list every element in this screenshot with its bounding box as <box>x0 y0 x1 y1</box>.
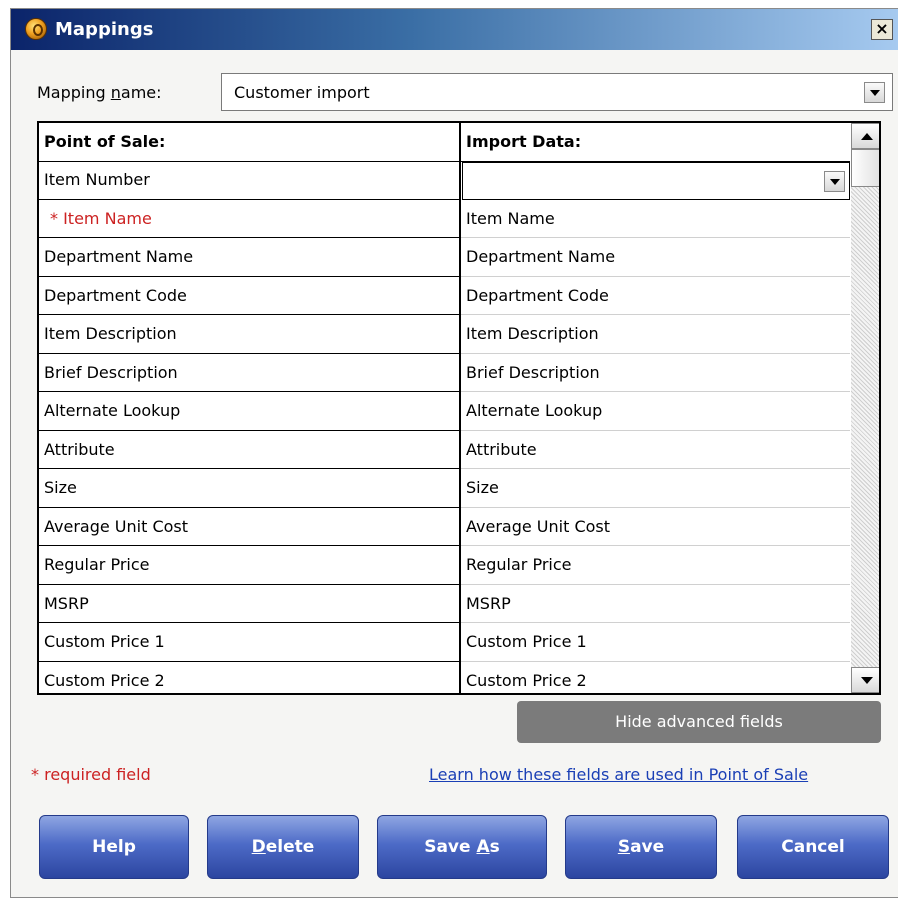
import-field-cell[interactable]: Department Code <box>461 277 850 315</box>
pos-field-cell: Attribute <box>39 430 461 469</box>
mapping-row[interactable]: Custom Price 2 Custom Price 2 <box>39 661 850 694</box>
pos-field-cell: Brief Description <box>39 353 461 392</box>
chevron-down-icon[interactable] <box>824 171 845 192</box>
import-field-cell[interactable]: Alternate Lookup <box>461 392 850 431</box>
scroll-up-arrow-icon[interactable] <box>851 123 879 149</box>
mappings-dialog: Mappings × Mapping name: Customer import… <box>10 8 898 898</box>
pos-field-cell: * Item Name <box>39 199 461 238</box>
mapping-name-label: Mapping name: <box>37 83 162 102</box>
save-as-button[interactable]: Save As <box>377 815 547 879</box>
import-field-cell[interactable]: Item Description <box>461 315 850 354</box>
pos-field-cell: Department Code <box>39 276 461 315</box>
import-field-cell[interactable]: Attribute <box>461 431 850 469</box>
mapping-row[interactable]: Department Code Department Code <box>39 276 850 315</box>
mapping-row[interactable]: Size Size <box>39 469 850 508</box>
grid-header-row: Point of Sale: Import Data: <box>39 123 850 162</box>
pos-field-cell: Custom Price 1 <box>39 623 461 662</box>
mapping-row[interactable]: Alternate Lookup Alternate Lookup <box>39 392 850 431</box>
pos-field-cell: Item Number <box>39 161 461 200</box>
import-field-cell[interactable]: Custom Price 2 <box>461 662 850 694</box>
vertical-scrollbar[interactable] <box>851 123 879 693</box>
app-icon <box>25 18 47 40</box>
import-data-value <box>463 163 468 202</box>
import-field-cell[interactable]: Department Name <box>461 238 850 277</box>
dialog-title: Mappings <box>55 19 154 40</box>
mapping-row[interactable]: Average Unit Cost Average Unit Cost <box>39 507 850 546</box>
hide-advanced-fields-button[interactable]: Hide advanced fields <box>517 701 881 743</box>
scroll-down-arrow-icon[interactable] <box>851 667 879 693</box>
pos-field-cell: Custom Price 2 <box>39 661 461 693</box>
mapping-row[interactable]: Department Name Department Name <box>39 238 850 277</box>
import-field-cell[interactable]: Item Name <box>461 200 850 238</box>
scrollbar-thumb[interactable] <box>851 149 879 187</box>
mapping-row[interactable]: MSRP MSRP <box>39 584 850 623</box>
mapping-row[interactable]: Custom Price 1 Custom Price 1 <box>39 623 850 662</box>
pos-field-cell: Regular Price <box>39 546 461 585</box>
import-field-cell[interactable]: Size <box>461 469 850 508</box>
cancel-button[interactable]: Cancel <box>737 815 889 879</box>
mapping-row[interactable]: * Item Name Item Name <box>39 199 850 238</box>
import-field-cell[interactable]: Custom Price 1 <box>461 623 850 662</box>
required-field-note: * required field <box>31 765 151 784</box>
mapping-row[interactable]: Attribute Attribute <box>39 430 850 469</box>
learn-more-link[interactable]: Learn how these fields are used in Point… <box>429 765 808 784</box>
pos-field-cell: Item Description <box>39 315 461 354</box>
mapping-row[interactable]: Brief Description Brief Description <box>39 353 850 392</box>
pos-field-cell: Size <box>39 469 461 508</box>
pos-field-cell: Alternate Lookup <box>39 392 461 431</box>
close-button[interactable]: × <box>871 19 893 40</box>
chevron-down-icon[interactable] <box>864 82 885 103</box>
mapping-name-dropdown[interactable]: Customer import <box>221 73 893 111</box>
help-button[interactable]: Help <box>39 815 189 879</box>
title-bar: Mappings × <box>11 9 898 50</box>
mapping-grid: Point of Sale: Import Data: Item Number *… <box>37 121 881 695</box>
column-header-import-data: Import Data: <box>461 123 850 162</box>
import-data-dropdown[interactable] <box>462 162 850 200</box>
pos-field-cell: MSRP <box>39 584 461 623</box>
import-field-cell[interactable]: MSRP <box>461 585 850 623</box>
mapping-row[interactable]: Regular Price Regular Price <box>39 546 850 585</box>
save-button[interactable]: Save <box>565 815 717 879</box>
pos-field-cell: Average Unit Cost <box>39 507 461 546</box>
import-field-cell[interactable]: Regular Price <box>461 546 850 585</box>
mapping-name-value: Customer import <box>234 83 370 102</box>
column-header-point-of-sale: Point of Sale: <box>39 123 461 162</box>
delete-button[interactable]: Delete <box>207 815 359 879</box>
pos-field-cell: Department Name <box>39 238 461 277</box>
import-field-cell[interactable]: Brief Description <box>461 354 850 392</box>
import-field-cell[interactable]: Average Unit Cost <box>461 508 850 546</box>
mapping-row[interactable]: Item Description Item Description <box>39 315 850 354</box>
